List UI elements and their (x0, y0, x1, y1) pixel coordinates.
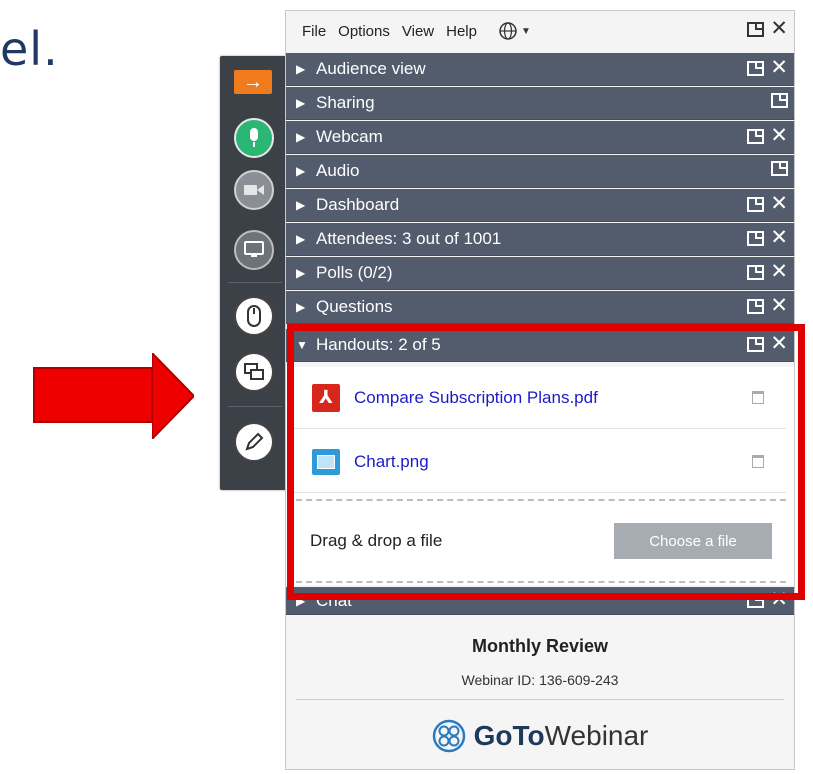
section-label: Sharing (316, 93, 375, 112)
webcam-button[interactable] (234, 170, 274, 210)
close-icon[interactable]: ✕ (770, 261, 788, 282)
mouse-icon (247, 305, 261, 327)
language-menu[interactable]: ▼ (499, 22, 531, 40)
menu-file[interactable]: File (302, 23, 326, 40)
expand-arrow-icon: ▶ (296, 62, 306, 76)
close-icon[interactable]: ✕ (770, 18, 788, 39)
camera-icon (244, 185, 264, 195)
section-label: Dashboard (316, 195, 400, 214)
drawing-tools-button[interactable] (234, 422, 274, 462)
red-arrow-icon (152, 353, 194, 439)
section-label: Questions (316, 297, 393, 316)
expand-arrow-icon: ▶ (296, 300, 306, 314)
section-attendees[interactable]: ▶ Attendees: 3 out of 1001 ✕ (286, 223, 794, 256)
monitor-icon (244, 241, 264, 257)
undock-icon[interactable] (771, 161, 788, 176)
brand-name: GoToWebinar (473, 720, 649, 751)
toolbar-divider (228, 282, 282, 283)
close-icon[interactable]: ✕ (770, 295, 788, 316)
handouts-highlight-box (287, 324, 805, 600)
undock-icon[interactable] (747, 264, 765, 280)
undock-icon[interactable] (747, 196, 765, 212)
section-webcam[interactable]: ▶ Webcam ✕ (286, 121, 794, 154)
expand-arrow-icon: ▶ (296, 164, 306, 178)
undock-icon[interactable] (771, 93, 788, 108)
menu-options[interactable]: Options (338, 23, 390, 40)
undock-icon[interactable] (747, 128, 765, 144)
expand-arrow-icon: ▶ (296, 232, 306, 246)
footer-divider (296, 699, 784, 700)
section-sharing[interactable]: ▶ Sharing (286, 87, 794, 120)
section-label: Audience view (316, 59, 426, 78)
section-dashboard[interactable]: ▶ Dashboard ✕ (286, 189, 794, 222)
toolbar-divider (228, 406, 282, 407)
section-label: Webcam (316, 127, 383, 146)
slide-text: el. (0, 22, 59, 76)
section-audio[interactable]: ▶ Audio (286, 155, 794, 188)
close-icon[interactable]: ✕ (770, 125, 788, 146)
expand-arrow-icon: ▶ (296, 96, 306, 110)
section-label: Polls (0/2) (316, 263, 393, 282)
webinar-title: Monthly Review (471, 636, 609, 656)
undock-icon[interactable] (747, 21, 765, 37)
gotowebinar-logo-icon (432, 719, 465, 753)
undock-icon[interactable] (747, 60, 765, 76)
section-polls[interactable]: ▶ Polls (0/2) ✕ (286, 257, 794, 290)
screens-icon (244, 363, 264, 380)
collapse-panel-button[interactable]: → (234, 70, 272, 94)
undock-icon[interactable] (747, 230, 765, 246)
pencil-icon (245, 432, 264, 451)
expand-arrow-icon: ▶ (296, 130, 306, 144)
expand-arrow-icon: ▶ (296, 198, 306, 212)
menu-bar: File Options View Help ▼ ✕ (286, 11, 794, 51)
screen-share-button[interactable] (234, 230, 274, 270)
mouse-control-button[interactable] (234, 296, 274, 336)
close-icon[interactable]: ✕ (770, 57, 788, 78)
control-toolbar: → (220, 56, 290, 490)
red-arrow-body (33, 367, 153, 423)
menu-view[interactable]: View (402, 23, 434, 40)
chevron-down-icon: ▼ (520, 25, 531, 37)
close-icon[interactable]: ✕ (770, 193, 788, 214)
close-icon[interactable]: ✕ (770, 227, 788, 248)
webinar-id: Webinar ID: 136-609-243 (461, 672, 619, 688)
brand-logo: GoToWebinar (286, 719, 794, 753)
menu-help[interactable]: Help (446, 23, 477, 40)
presenter-view-button[interactable] (234, 352, 274, 392)
microphone-button[interactable] (234, 118, 274, 158)
section-label: Audio (316, 161, 360, 180)
section-audience-view[interactable]: ▶ Audience view ✕ (286, 53, 794, 86)
microphone-icon (250, 128, 258, 147)
section-questions[interactable]: ▶ Questions ✕ (286, 291, 794, 324)
expand-arrow-icon: ▶ (296, 266, 306, 280)
section-label: Attendees: 3 out of 1001 (316, 229, 502, 248)
undock-icon[interactable] (747, 298, 765, 314)
globe-icon (499, 22, 517, 40)
